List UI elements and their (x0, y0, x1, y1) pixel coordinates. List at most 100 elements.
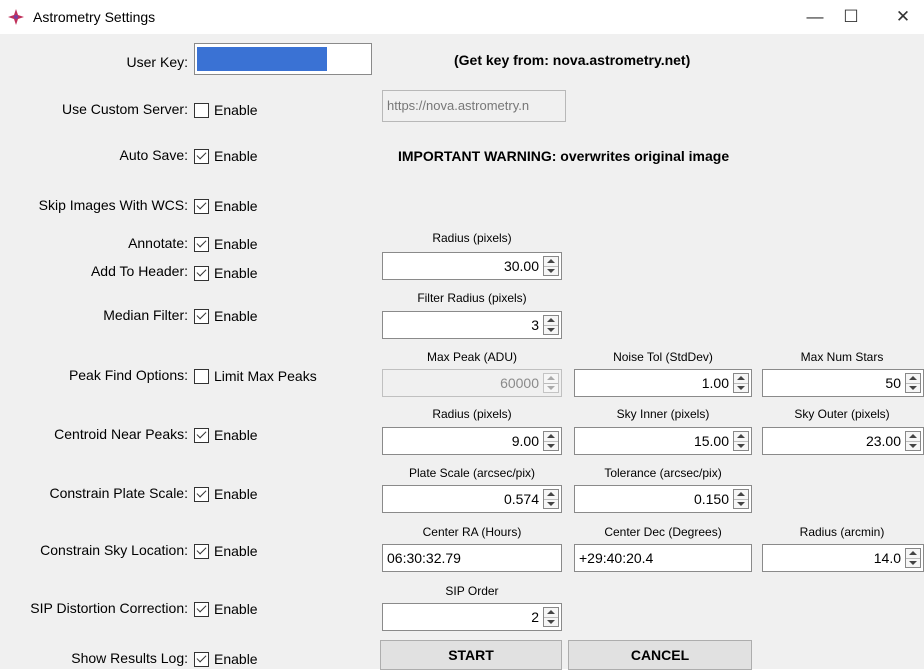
checkbox-box (194, 428, 209, 443)
spinner-down-icon[interactable] (734, 441, 748, 450)
results-log-checkbox[interactable]: Enable (194, 650, 258, 668)
spinner-down-icon[interactable] (544, 441, 558, 450)
sky-inner-header: Sky Inner (pixels) (616, 407, 710, 421)
sky-inner-spinner[interactable]: 15.00 (574, 427, 752, 455)
auto-save-checkbox[interactable]: Enable (194, 147, 258, 165)
spinner-down-icon[interactable] (734, 383, 748, 392)
user-key-hint: (Get key from: nova.astrometry.net) (454, 52, 691, 68)
checkbox-label: Enable (214, 236, 258, 252)
spinner-arrows-icon[interactable] (543, 489, 559, 509)
spinner-arrows-icon[interactable] (543, 607, 559, 627)
sky-location-label: Constrain Sky Location: (40, 542, 188, 558)
spinner-value: 3 (531, 317, 539, 333)
auto-save-label: Auto Save: (119, 147, 189, 163)
sky-outer-header: Sky Outer (pixels) (794, 407, 890, 421)
minimize-icon[interactable]: — (800, 4, 830, 30)
spinner-arrows-icon (543, 373, 559, 393)
user-key-input[interactable] (194, 43, 372, 75)
center-dec-header: Center Dec (Degrees) (604, 525, 722, 539)
plate-scale-header: Plate Scale (arcsec/pix) (408, 466, 536, 480)
peak-find-label: Peak Find Options: (68, 367, 188, 383)
spinner-down-icon[interactable] (544, 266, 558, 275)
add-header-checkbox[interactable]: Enable (194, 264, 258, 282)
custom-server-label: Use Custom Server: (61, 101, 188, 117)
max-stars-spinner[interactable]: 50 (762, 369, 924, 397)
sip-order-header: SIP Order (445, 584, 499, 598)
spinner-arrows-icon[interactable] (905, 373, 921, 393)
sip-order-spinner[interactable]: 2 (382, 603, 562, 631)
maximize-icon[interactable]: ☐ (836, 4, 866, 30)
spinner-down-icon[interactable] (906, 558, 920, 567)
plate-scale-label: Constrain Plate Scale: (49, 485, 188, 501)
start-button[interactable]: START (380, 640, 562, 670)
median-filter-checkbox[interactable]: Enable (194, 307, 258, 325)
spinner-arrows-icon[interactable] (733, 489, 749, 509)
filter-radius-spinner[interactable]: 3 (382, 311, 562, 339)
spinner-value: 14.0 (873, 550, 901, 566)
checkbox-label: Enable (214, 308, 258, 324)
plate-scale-spinner[interactable]: 0.574 (382, 485, 562, 513)
annotate-checkbox[interactable]: Enable (194, 235, 258, 253)
spinner-value: 50 (885, 375, 901, 391)
tolerance-spinner[interactable]: 0.150 (574, 485, 752, 513)
results-log-label: Show Results Log: (71, 650, 188, 666)
sip-checkbox[interactable]: Enable (194, 600, 258, 618)
checkbox-label: Enable (214, 148, 258, 164)
spinner-down-icon[interactable] (906, 383, 920, 392)
spinner-down-icon[interactable] (906, 441, 920, 450)
plate-scale-checkbox[interactable]: Enable (194, 485, 258, 503)
checkbox-label: Enable (214, 543, 258, 559)
max-peak-header: Max Peak (ADU) (426, 350, 518, 364)
checkbox-box (194, 652, 209, 667)
checkbox-box (194, 149, 209, 164)
spinner-arrows-icon[interactable] (733, 373, 749, 393)
annotate-radius-spinner[interactable]: 30.00 (382, 252, 562, 280)
limit-max-peaks-checkbox[interactable]: Limit Max Peaks (194, 367, 317, 385)
cancel-button[interactable]: CANCEL (568, 640, 752, 670)
spinner-value: 23.00 (865, 433, 901, 449)
centroid-checkbox[interactable]: Enable (194, 426, 258, 444)
spinner-down-icon[interactable] (544, 499, 558, 508)
center-ra-input[interactable]: 06:30:32.79 (382, 544, 562, 572)
checkbox-box (194, 309, 209, 324)
checkbox-box (194, 237, 209, 252)
sky-radius-spinner[interactable]: 14.0 (762, 544, 924, 572)
noise-tol-spinner[interactable]: 1.00 (574, 369, 752, 397)
skip-wcs-label: Skip Images With WCS: (38, 197, 188, 213)
spinner-value: 9.00 (511, 433, 539, 449)
spinner-down-icon[interactable] (544, 617, 558, 626)
centroid-label: Centroid Near Peaks: (54, 426, 188, 442)
spinner-arrows-icon[interactable] (733, 431, 749, 451)
settings-panel: User Key: (Get key from: nova.astrometry… (0, 34, 924, 670)
custom-server-checkbox[interactable]: Enable (194, 101, 258, 119)
astrometry-star-icon (8, 9, 24, 25)
overwrite-warning: IMPORTANT WARNING: overwrites original i… (398, 148, 730, 164)
spinner-value: 15.00 (693, 433, 729, 449)
max-peak-spinner: 60000 (382, 369, 562, 397)
checkbox-label: Enable (214, 651, 258, 667)
spinner-arrows-icon[interactable] (905, 431, 921, 451)
checkbox-label: Limit Max Peaks (214, 368, 317, 384)
center-dec-input[interactable]: +29:40:20.4 (574, 544, 752, 572)
sky-outer-spinner[interactable]: 23.00 (762, 427, 924, 455)
skip-wcs-checkbox[interactable]: Enable (194, 197, 258, 215)
filter-radius-header: Filter Radius (pixels) (417, 291, 527, 305)
centroid-radius-spinner[interactable]: 9.00 (382, 427, 562, 455)
annotate-label: Annotate: (128, 235, 188, 251)
spinner-arrows-icon[interactable] (543, 431, 559, 451)
spinner-arrows-icon[interactable] (905, 548, 921, 568)
add-header-label: Add To Header: (90, 263, 188, 279)
checkbox-label: Enable (214, 102, 258, 118)
user-key-selection (197, 47, 327, 71)
noise-tol-header: Noise Tol (StdDev) (613, 350, 713, 364)
spinner-value: 0.574 (503, 491, 539, 507)
spinner-value: 0.150 (693, 491, 729, 507)
spinner-down-icon[interactable] (734, 499, 748, 508)
spinner-down-icon[interactable] (544, 325, 558, 334)
spinner-value: 1.00 (701, 375, 729, 391)
close-icon[interactable]: ✕ (888, 4, 918, 30)
checkbox-box (194, 487, 209, 502)
spinner-arrows-icon[interactable] (543, 256, 559, 276)
spinner-arrows-icon[interactable] (543, 315, 559, 335)
sky-location-checkbox[interactable]: Enable (194, 542, 258, 560)
